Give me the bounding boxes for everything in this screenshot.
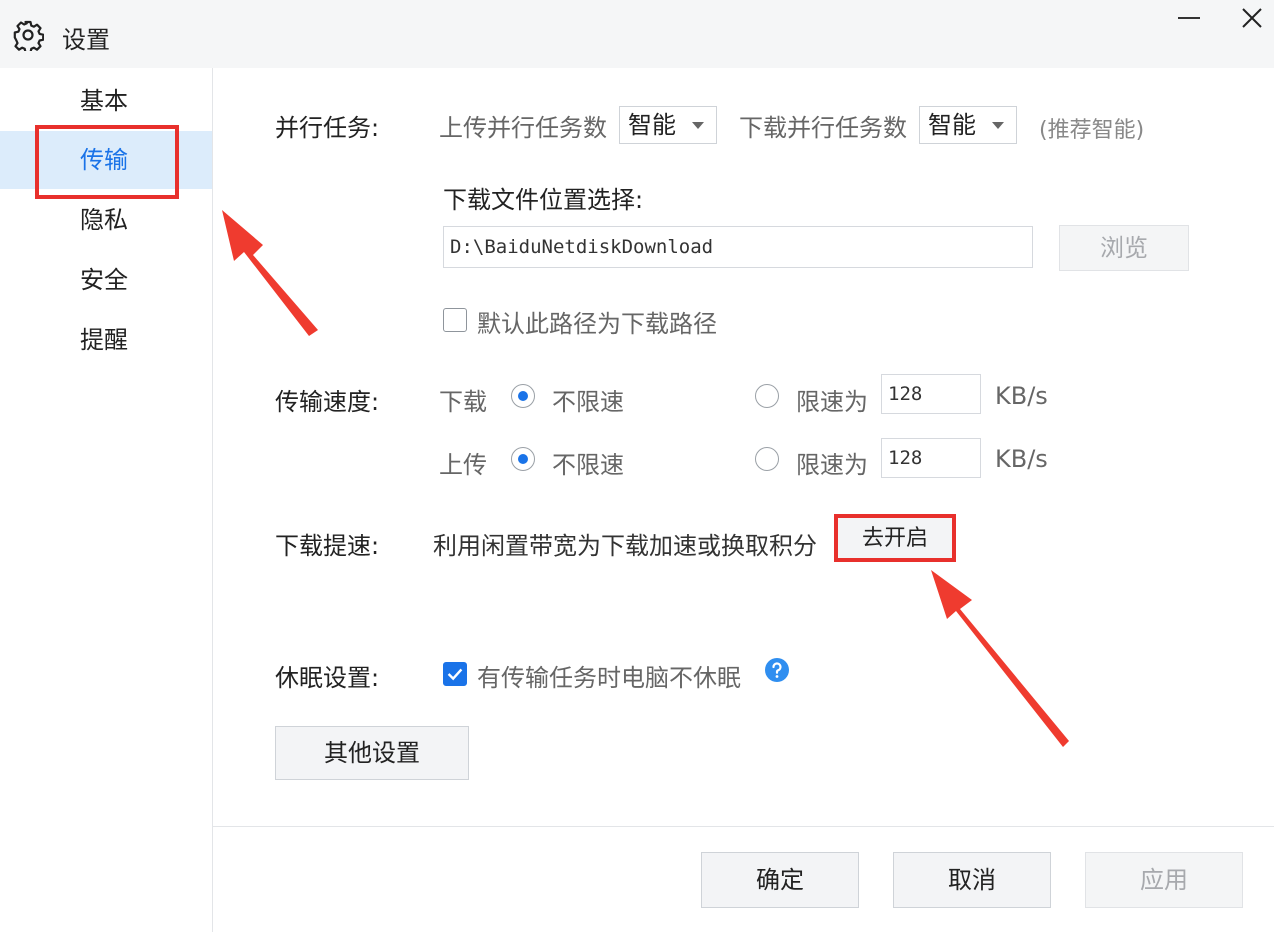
upload-unit-label: KB/s xyxy=(995,445,1048,473)
upload-unlimited-label: 不限速 xyxy=(552,451,624,479)
parallel-tasks-label: 并行任务: xyxy=(275,114,380,142)
sidebar-item-basic[interactable]: 基本 xyxy=(0,72,212,130)
download-limit-radio[interactable] xyxy=(755,384,779,408)
sidebar-item-security[interactable]: 安全 xyxy=(0,251,212,309)
upload-parallel-select[interactable]: 智能 xyxy=(619,106,717,144)
upload-parallel-value: 智能 xyxy=(628,111,676,139)
window-title: 设置 xyxy=(62,26,110,54)
download-parallel-select[interactable]: 智能 xyxy=(919,106,1017,144)
upload-unlimited-radio[interactable] xyxy=(511,447,535,471)
upload-parallel-label: 上传并行任务数 xyxy=(439,114,607,142)
ok-button[interactable]: 确定 xyxy=(701,852,859,908)
download-speed-label: 下载 xyxy=(439,388,487,416)
chevron-down-icon xyxy=(692,122,704,129)
footer-divider xyxy=(213,826,1274,827)
download-limit-label: 限速为 xyxy=(796,388,868,416)
download-unit-label: KB/s xyxy=(995,382,1048,410)
minimize-button[interactable] xyxy=(1176,14,1202,30)
apply-button[interactable]: 应用 xyxy=(1085,852,1243,908)
highlight-box-transfer xyxy=(35,125,179,199)
transfer-speed-label: 传输速度: xyxy=(275,388,380,416)
chevron-down-icon xyxy=(992,122,1004,129)
browse-button[interactable]: 浏览 xyxy=(1059,225,1189,271)
sidebar-item-reminder[interactable]: 提醒 xyxy=(0,311,212,369)
cancel-button[interactable]: 取消 xyxy=(893,852,1051,908)
prevent-sleep-label: 有传输任务时电脑不休眠 xyxy=(477,664,741,692)
sidebar-item-privacy[interactable]: 隐私 xyxy=(0,191,212,249)
checkmark-icon xyxy=(447,668,463,681)
title-bar: 设置 xyxy=(0,0,1274,68)
upload-speed-label: 上传 xyxy=(439,451,487,479)
accelerate-label: 下载提速: xyxy=(275,532,380,560)
prevent-sleep-checkbox[interactable] xyxy=(443,662,467,686)
other-settings-button[interactable]: 其他设置 xyxy=(275,726,469,780)
close-icon[interactable] xyxy=(1238,4,1266,32)
download-unlimited-label: 不限速 xyxy=(552,388,624,416)
download-parallel-label: 下载并行任务数 xyxy=(739,114,907,142)
sleep-settings-label: 休眠设置: xyxy=(275,664,380,692)
download-limit-input[interactable]: 128 xyxy=(881,374,981,414)
accelerate-description: 利用闲置带宽为下载加速或换取积分 xyxy=(433,532,817,560)
upload-limit-radio[interactable] xyxy=(755,447,779,471)
download-parallel-value: 智能 xyxy=(928,111,976,139)
parallel-hint: (推荐智能) xyxy=(1039,118,1145,143)
download-location-label: 下载文件位置选择: xyxy=(443,186,644,214)
download-path-input[interactable]: D:\BaiduNetdiskDownload xyxy=(443,226,1033,268)
download-unlimited-radio[interactable] xyxy=(511,384,535,408)
default-path-checkbox[interactable] xyxy=(443,308,467,332)
highlight-box-accelerate xyxy=(834,514,956,562)
gear-icon xyxy=(13,20,44,51)
default-path-label: 默认此路径为下载路径 xyxy=(477,310,717,338)
upload-limit-label: 限速为 xyxy=(796,451,868,479)
settings-content: 并行任务: 上传并行任务数 智能 下载并行任务数 智能 (推荐智能) 下载文件位… xyxy=(213,68,1274,932)
upload-limit-input[interactable]: 128 xyxy=(881,438,981,478)
help-icon[interactable] xyxy=(764,657,790,683)
